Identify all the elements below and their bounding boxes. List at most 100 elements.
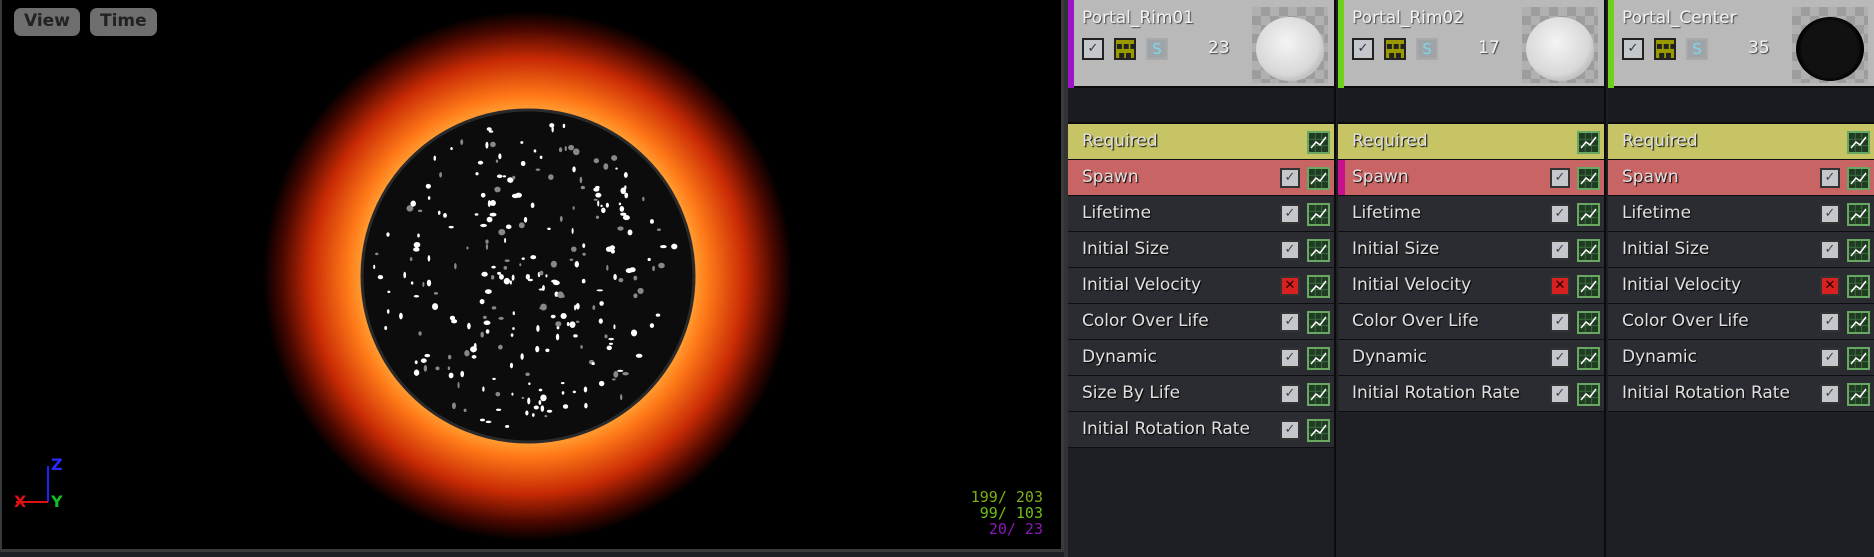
module-row[interactable]: Spawn ✓ — [1608, 160, 1874, 196]
emitter-solo-button[interactable]: S — [1146, 38, 1168, 60]
curve-editor-icon[interactable] — [1577, 311, 1600, 334]
time-button[interactable]: Time — [90, 8, 157, 36]
emitter-enable-checkbox[interactable]: ✓ — [1622, 38, 1644, 60]
module-row[interactable]: Size By Life ✓ — [1068, 376, 1334, 412]
view-button[interactable]: View — [14, 8, 80, 36]
particle-speck — [561, 391, 565, 395]
module-enable-checkbox[interactable]: ✓ — [1550, 384, 1570, 404]
emitter-enable-checkbox[interactable]: ✓ — [1082, 38, 1104, 60]
module-enable-checkbox[interactable]: ✓ — [1280, 420, 1300, 440]
module-row[interactable]: Color Over Life ✓ — [1608, 304, 1874, 340]
curve-editor-icon[interactable] — [1577, 383, 1600, 406]
particle-speck — [414, 360, 418, 365]
particle-speck — [542, 285, 545, 291]
module-enable-checkbox[interactable]: ✓ — [1280, 312, 1300, 332]
module-enable-checkbox[interactable]: ✓ — [1820, 168, 1840, 188]
particle-speck — [494, 186, 501, 193]
particle-speck — [498, 344, 503, 350]
module-enable-checkbox[interactable]: ✓ — [1280, 168, 1300, 188]
module-row[interactable]: Initial Rotation Rate ✓ — [1338, 376, 1604, 412]
curve-editor-icon[interactable] — [1307, 167, 1330, 190]
emitter-solo-button[interactable]: S — [1416, 38, 1438, 60]
curve-editor-icon[interactable] — [1577, 239, 1600, 262]
module-row[interactable]: Dynamic ✓ — [1068, 340, 1334, 376]
module-row[interactable]: Required — [1068, 124, 1334, 160]
module-enable-checkbox[interactable]: ✓ — [1280, 384, 1300, 404]
curve-editor-icon[interactable] — [1847, 167, 1870, 190]
module-row[interactable]: Initial Size ✓ — [1338, 232, 1604, 268]
module-enable-checkbox[interactable]: ✓ — [1550, 168, 1570, 188]
module-enable-checkbox[interactable]: ✓ — [1550, 204, 1570, 224]
curve-editor-icon[interactable] — [1847, 203, 1870, 226]
module-row[interactable]: Initial Velocity ✕ — [1338, 268, 1604, 304]
curve-editor-icon[interactable] — [1307, 131, 1330, 154]
curve-editor-icon[interactable] — [1307, 239, 1330, 262]
particle-speck — [620, 212, 627, 216]
module-label: Required — [1082, 131, 1158, 151]
module-enable-checkbox[interactable]: ✓ — [1820, 384, 1840, 404]
emitter-render-mode-icon[interactable]: ▪▪▪ ▪▪ — [1114, 38, 1136, 61]
module-enable-checkbox[interactable]: ✕ — [1550, 276, 1570, 296]
curve-editor-icon[interactable] — [1577, 347, 1600, 370]
curve-editor-icon[interactable] — [1577, 167, 1600, 190]
curve-editor-icon[interactable] — [1847, 311, 1870, 334]
curve-editor-icon[interactable] — [1307, 311, 1330, 334]
curve-editor-icon[interactable] — [1847, 131, 1870, 154]
module-enable-checkbox[interactable]: ✓ — [1820, 240, 1840, 260]
curve-editor-icon[interactable] — [1847, 275, 1870, 298]
curve-editor-icon[interactable] — [1307, 383, 1330, 406]
module-row[interactable]: Color Over Life ✓ — [1338, 304, 1604, 340]
particle-speck — [599, 301, 604, 306]
curve-editor-icon[interactable] — [1307, 203, 1330, 226]
curve-editor-icon[interactable] — [1847, 383, 1870, 406]
module-row[interactable]: Lifetime ✓ — [1338, 196, 1604, 232]
module-row[interactable]: Initial Velocity ✕ — [1068, 268, 1334, 304]
module-row[interactable]: Initial Velocity ✕ — [1608, 268, 1874, 304]
module-row[interactable]: Initial Rotation Rate ✓ — [1068, 412, 1334, 448]
emitter-render-mode-icon[interactable]: ▪▪▪ ▪▪ — [1384, 38, 1406, 61]
emitter-header[interactable]: Portal_Rim02 ✓ ▪▪▪ ▪▪ S 17 — [1338, 0, 1604, 88]
module-enable-checkbox[interactable]: ✓ — [1550, 312, 1570, 332]
curve-editor-icon[interactable] — [1307, 347, 1330, 370]
emitter-header[interactable]: Portal_Center ✓ ▪▪▪ ▪▪ S 35 — [1608, 0, 1874, 88]
emitter-solo-button[interactable]: S — [1686, 38, 1708, 60]
module-enable-checkbox[interactable]: ✓ — [1820, 204, 1840, 224]
module-row[interactable]: Lifetime ✓ — [1608, 196, 1874, 232]
module-row[interactable]: Initial Rotation Rate ✓ — [1608, 376, 1874, 412]
module-row[interactable]: Initial Size ✓ — [1068, 232, 1334, 268]
module-enable-checkbox[interactable]: ✓ — [1550, 348, 1570, 368]
module-enable-checkbox[interactable]: ✓ — [1280, 240, 1300, 260]
module-row[interactable]: Dynamic ✓ — [1338, 340, 1604, 376]
module-row[interactable]: Spawn ✓ — [1068, 160, 1334, 196]
module-row[interactable]: Required — [1608, 124, 1874, 160]
module-row[interactable]: Initial Size ✓ — [1608, 232, 1874, 268]
module-enable-checkbox[interactable]: ✓ — [1280, 204, 1300, 224]
curve-editor-icon[interactable] — [1847, 347, 1870, 370]
module-row[interactable]: Dynamic ✓ — [1608, 340, 1874, 376]
module-enable-checkbox[interactable]: ✓ — [1280, 348, 1300, 368]
preview-viewport[interactable]: View Time Z X Y 199/ 203 99/ 103 20/ 23 — [0, 0, 1064, 552]
emitter-enable-checkbox[interactable]: ✓ — [1352, 38, 1374, 60]
emitter-render-mode-icon[interactable]: ▪▪▪ ▪▪ — [1654, 38, 1676, 61]
particle-speck — [611, 155, 618, 161]
emitter-header[interactable]: Portal_Rim01 ✓ ▪▪▪ ▪▪ S 23 — [1068, 0, 1334, 88]
module-enable-checkbox[interactable]: ✓ — [1820, 348, 1840, 368]
curve-editor-icon[interactable] — [1577, 203, 1600, 226]
curve-editor-icon[interactable] — [1307, 275, 1330, 298]
curve-editor-icon[interactable] — [1847, 239, 1870, 262]
module-enable-checkbox[interactable]: ✓ — [1550, 240, 1570, 260]
module-enable-checkbox[interactable]: ✕ — [1820, 276, 1840, 296]
module-enable-checkbox[interactable]: ✕ — [1280, 276, 1300, 296]
module-row[interactable]: Required — [1338, 124, 1604, 160]
curve-editor-icon[interactable] — [1577, 131, 1600, 154]
particle-speck — [410, 281, 414, 285]
particle-speck — [499, 274, 504, 280]
curve-editor-icon[interactable] — [1307, 419, 1330, 442]
module-enable-checkbox[interactable]: ✓ — [1820, 312, 1840, 332]
particle-speck — [413, 247, 420, 252]
module-row[interactable]: Lifetime ✓ — [1068, 196, 1334, 232]
module-row[interactable]: Spawn ✓ — [1338, 160, 1604, 196]
module-row[interactable]: Color Over Life ✓ — [1068, 304, 1334, 340]
particle-speck — [490, 275, 495, 280]
curve-editor-icon[interactable] — [1577, 275, 1600, 298]
